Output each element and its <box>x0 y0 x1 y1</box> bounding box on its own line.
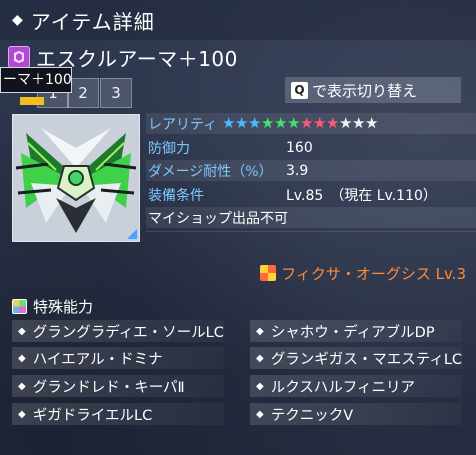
rarity-star-icon: ★ <box>365 114 379 132</box>
diamond-bullet-icon: ◆ <box>256 325 264 337</box>
rarity-star-icon: ★ <box>274 114 288 132</box>
rarity-star-icon: ★ <box>339 114 353 132</box>
rarity-star-icon: ★ <box>248 114 262 132</box>
page-title: アイテム詳細 <box>30 9 155 34</box>
requirement-value: Lv.85 （現在 Lv.110） <box>286 187 437 204</box>
rarity-star-icon: ★ <box>326 114 340 132</box>
ability-item: ◆ ルクスハルフィニリア <box>250 375 462 397</box>
fixa-label: フィクサ・オーグシス Lv.3 <box>281 264 466 283</box>
ability-item: ◆ ギガドライエルLC <box>12 403 224 425</box>
diamond-bullet-icon: ◆ <box>256 352 264 364</box>
toggle-display-button[interactable]: Q で表示切り替え <box>285 77 461 103</box>
requirement-label: 装備条件 <box>148 187 204 204</box>
name-tooltip: ーマ＋100 <box>0 67 72 93</box>
diamond-bullet-icon: ◆ <box>18 380 26 392</box>
special-ability-heading: 特殊能力 <box>12 296 93 316</box>
rarity-star-icon: ★ <box>352 114 366 132</box>
rear-armor-category-icon <box>8 46 30 68</box>
divider <box>146 231 476 232</box>
diamond-bullet-icon: ◆ <box>18 352 26 364</box>
item-image <box>12 114 140 242</box>
special-ability-title: 特殊能力 <box>33 297 94 316</box>
ability-item: ◆ テクニックⅤ <box>250 403 462 425</box>
fixa-icon <box>260 265 277 281</box>
resist-label: ダメージ耐性（%） <box>148 163 273 180</box>
ability-item: ◆ シャホウ・ディアブルDP <box>250 320 462 342</box>
diamond-bullet-icon: ◆ <box>256 408 264 420</box>
diamond-icon: ◆ <box>12 12 23 28</box>
rarity-label: レアリティ <box>148 116 218 133</box>
rarity-star-icon: ★ <box>287 114 301 132</box>
diamond-bullet-icon: ◆ <box>256 380 264 392</box>
rarity-star-icon: ★ <box>235 114 249 132</box>
special-ability-icon <box>12 298 27 314</box>
rarity-row: レアリティ ★ ★ ★ ★ ★ ★ ★ ★ ★ ★ ★ ★ <box>146 113 476 134</box>
requirement-row: 装備条件 Lv.85 （現在 Lv.110） <box>146 184 476 205</box>
rear-armor-art-icon <box>13 115 139 241</box>
ability-item: ◆ ハイエアル・ドミナ <box>12 347 224 369</box>
myshop-note: マイショップ出品不可 <box>148 210 288 227</box>
rarity-star-icon: ★ <box>222 114 236 132</box>
defense-value: 160 <box>286 139 313 156</box>
q-key-icon: Q <box>291 81 308 99</box>
corner-marker <box>127 229 137 239</box>
rarity-star-icon: ★ <box>261 114 275 132</box>
window-header: ◆ アイテム詳細 <box>0 0 476 40</box>
active-tab-indicator <box>20 97 44 105</box>
ability-item: ◆ グランギガス・マエスティLC <box>250 347 462 369</box>
tab-3[interactable]: 3 <box>100 78 132 108</box>
ability-item: ◆ グラングラディエ・ソールLC <box>12 320 224 342</box>
diamond-bullet-icon: ◆ <box>18 408 26 420</box>
rarity-star-icon: ★ <box>313 114 327 132</box>
rarity-star-icon: ★ <box>300 114 314 132</box>
ability-item: ◆ グランドレド・キーパⅡ <box>12 375 224 397</box>
fixa-row: フィクサ・オーグシス Lv.3 <box>260 262 466 284</box>
defense-row: 防御力 160 <box>146 137 476 158</box>
resist-value: 3.9 <box>286 162 309 179</box>
defense-label: 防御力 <box>148 140 190 157</box>
resist-row: ダメージ耐性（%） 3.9 <box>146 160 476 181</box>
toggle-display-label: で表示切り替え <box>312 81 418 100</box>
note-row: マイショップ出品不可 <box>146 207 476 228</box>
diamond-bullet-icon: ◆ <box>18 325 26 337</box>
rarity-stars: ★ ★ ★ ★ ★ ★ ★ ★ ★ ★ ★ ★ <box>222 116 378 131</box>
